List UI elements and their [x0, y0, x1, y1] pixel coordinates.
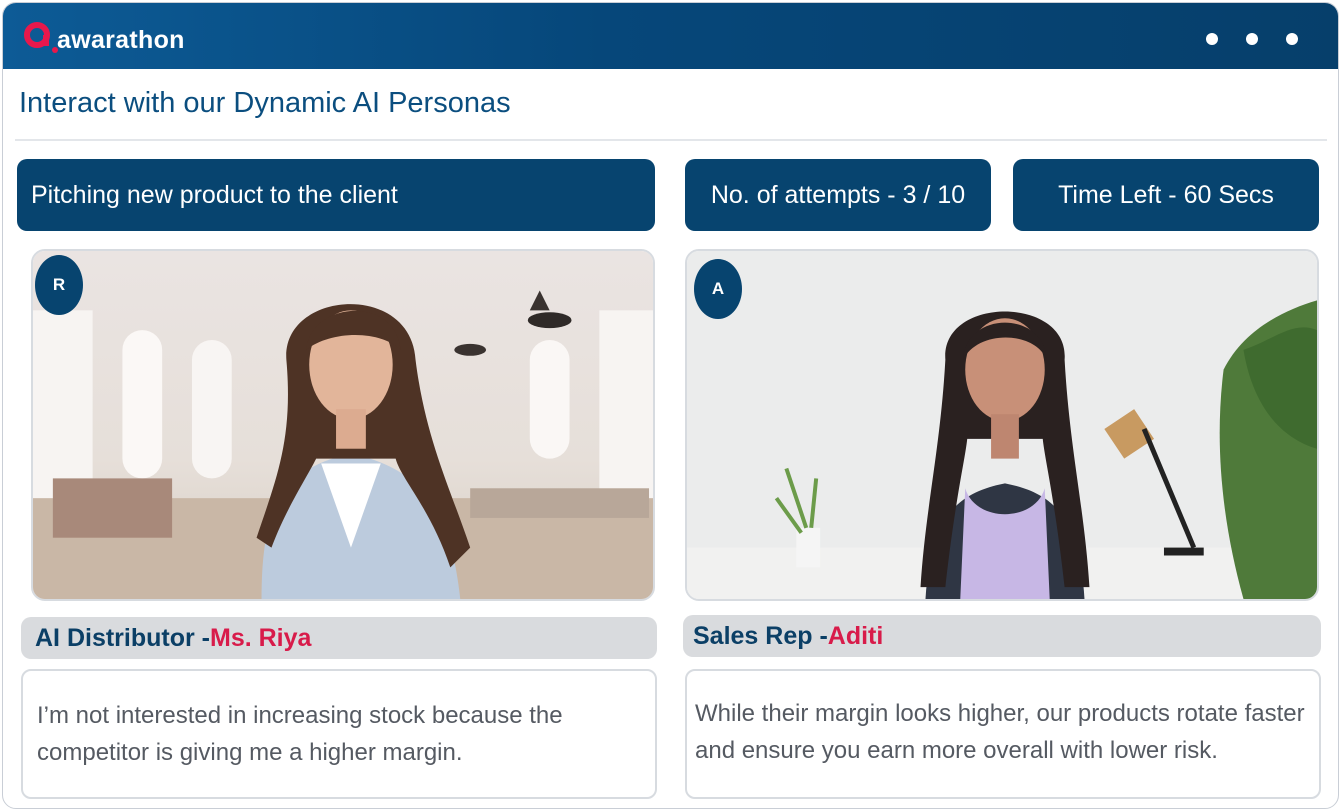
attempts-counter: No. of attempts - 3 / 10: [685, 159, 991, 231]
avatar: R: [35, 255, 83, 315]
brand-logo: awarathon: [23, 19, 185, 55]
divider: [15, 139, 1327, 141]
user-name-bar: Sales Rep - Aditi: [683, 615, 1321, 657]
more-dots-icon[interactable]: [1206, 33, 1298, 45]
app-window: awarathon Interact with our Dynamic AI P…: [2, 2, 1339, 809]
user-response-message: While their margin looks higher, our pro…: [685, 669, 1321, 799]
title-bar: awarathon: [3, 3, 1338, 69]
persona-name: Ms. Riya: [210, 623, 312, 652]
brand-name: awarathon: [57, 25, 185, 54]
user-name: Aditi: [827, 621, 884, 650]
ai-persona-message: I’m not interested in increasing stock b…: [21, 669, 657, 799]
time-left-timer: Time Left - 60 Secs: [1013, 159, 1319, 231]
dot: [1246, 33, 1258, 45]
persona-role: AI Distributor -: [35, 623, 210, 652]
user-video: [685, 249, 1319, 601]
scenario-label: Pitching new product to the client: [17, 159, 655, 231]
dot: [1206, 33, 1218, 45]
ai-persona-name-bar: AI Distributor - Ms. Riya: [21, 617, 657, 659]
page-title: Interact with our Dynamic AI Personas: [19, 87, 511, 119]
user-role: Sales Rep -: [693, 621, 828, 650]
ai-persona-video: [31, 249, 655, 601]
avatar: A: [694, 259, 742, 319]
dot: [1286, 33, 1298, 45]
awarathon-logo-icon: [23, 19, 59, 55]
